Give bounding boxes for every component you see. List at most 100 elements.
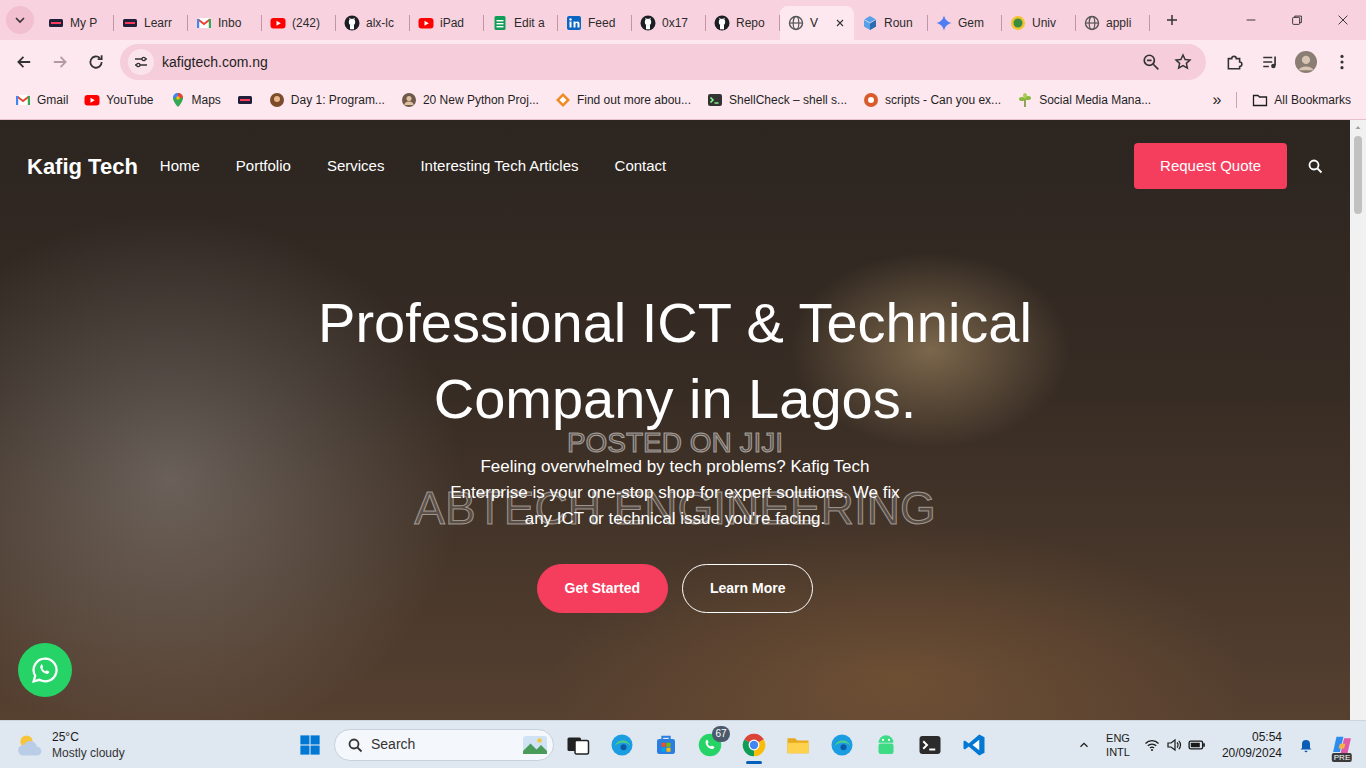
weather-condition: Mostly cloudy: [52, 745, 125, 761]
minimize-icon: [1244, 13, 1258, 27]
magnifier-icon: [1307, 158, 1323, 174]
browser-tab[interactable]: iPad: [410, 6, 484, 40]
taskbar-search[interactable]: Search: [334, 729, 554, 761]
site-info-button[interactable]: [128, 49, 154, 75]
browser-tab[interactable]: Repo: [706, 6, 780, 40]
zoom-button[interactable]: [1142, 53, 1160, 71]
browser-tab[interactable]: 0x17: [632, 6, 706, 40]
bookmark[interactable]: [230, 89, 260, 111]
browser-tab[interactable]: Roun: [854, 6, 928, 40]
weather-widget[interactable]: 25°CMostly cloudy: [0, 729, 290, 761]
get-started-button[interactable]: Get Started: [537, 564, 668, 613]
browser-tab[interactable]: appli: [1076, 6, 1150, 40]
shellcheck-icon: [707, 92, 723, 108]
nav-link[interactable]: Portfolio: [236, 155, 291, 178]
nav-link[interactable]: Services: [327, 155, 385, 178]
close-icon: [834, 17, 846, 29]
browser-tab[interactable]: Feed: [558, 6, 632, 40]
tab-label: 0x17: [662, 15, 688, 31]
all-bookmarks-button[interactable]: All Bookmarks: [1245, 89, 1358, 111]
nav-link[interactable]: Home: [160, 155, 200, 178]
language-text: ENG: [1106, 731, 1130, 745]
nav-link[interactable]: Contact: [615, 155, 667, 178]
bookmark[interactable]: ShellCheck – shell s...: [700, 89, 854, 111]
tab-close-button[interactable]: [834, 17, 846, 29]
bookmark[interactable]: Day 1: Program...: [262, 89, 392, 111]
vscode-icon: [962, 733, 986, 757]
taskbar-app[interactable]: [778, 725, 818, 765]
site-search-button[interactable]: [1307, 158, 1323, 174]
bookmark[interactable]: YouTube: [77, 89, 160, 111]
taskbar-app[interactable]: [602, 725, 642, 765]
browser-tab[interactable]: Inbo: [188, 6, 262, 40]
notifications-button[interactable]: [1292, 725, 1320, 765]
bookmarks-overflow-button[interactable]: »: [1205, 89, 1228, 111]
back-button[interactable]: [6, 44, 42, 80]
browser-tab[interactable]: Learr: [114, 6, 188, 40]
browser-tab[interactable]: Univ: [1002, 6, 1076, 40]
profile-button[interactable]: [1288, 44, 1324, 80]
minimize-button[interactable]: [1228, 0, 1274, 40]
browser-tab[interactable]: My P: [40, 6, 114, 40]
copilot-button[interactable]: PRE: [1322, 725, 1362, 765]
quick-settings-button[interactable]: [1138, 725, 1212, 765]
tab-label: alx-lc: [366, 15, 394, 31]
taskbar-app[interactable]: [954, 725, 994, 765]
bookmark[interactable]: scripts - Can you ex...: [856, 89, 1008, 111]
notification-badge: 67: [712, 726, 730, 742]
close-window-button[interactable]: [1320, 0, 1366, 40]
profile-avatar-icon: [1295, 51, 1317, 73]
request-quote-button[interactable]: Request Quote: [1134, 143, 1287, 190]
taskbar-app[interactable]: [558, 725, 598, 765]
taskbar-app[interactable]: [866, 725, 906, 765]
browser-tab[interactable]: Edit a: [484, 6, 558, 40]
browser-tab[interactable]: alx-lc: [336, 6, 410, 40]
taskbar-app[interactable]: [822, 725, 862, 765]
address-text[interactable]: kafigtech.com.ng: [162, 52, 268, 73]
media-button[interactable]: [1252, 44, 1288, 80]
learn-more-button[interactable]: Learn More: [682, 564, 813, 613]
tab-label: V: [810, 15, 818, 31]
new-tab-button[interactable]: [1158, 6, 1186, 34]
nav-link[interactable]: Interesting Tech Articles: [420, 155, 578, 178]
hero-title-line: Professional ICT & Technical: [0, 285, 1350, 361]
language-button[interactable]: ENGINTL: [1100, 725, 1136, 765]
youtube-icon: [84, 92, 100, 108]
tab-label: Edit a: [514, 15, 545, 31]
menu-button[interactable]: [1324, 44, 1360, 80]
clock-button[interactable]: 05:5420/09/2024: [1214, 725, 1290, 765]
tab-search-button[interactable]: [6, 6, 34, 34]
alx-icon: [122, 15, 138, 31]
address-bar[interactable]: kafigtech.com.ng: [120, 44, 1206, 80]
university-icon: [1010, 15, 1026, 31]
forward-button[interactable]: [42, 44, 78, 80]
bookmark[interactable]: Maps: [163, 89, 228, 111]
reload-button[interactable]: [78, 44, 114, 80]
browser-tab[interactable]: (242): [262, 6, 336, 40]
whatsapp-chat-button[interactable]: [18, 643, 72, 697]
bookmark[interactable]: Find out more abou...: [548, 89, 698, 111]
taskbar-app[interactable]: [734, 725, 774, 765]
time-text: 05:54: [1222, 729, 1282, 745]
tab-label: (242): [292, 15, 320, 31]
scrollbar-thumb[interactable]: [1354, 136, 1362, 214]
browser-tab[interactable]: V: [780, 6, 854, 40]
taskbar-app[interactable]: [646, 725, 686, 765]
tab-strip: My PLearrInbo (242) alx-lc iPad Edit a Feed 0x…: [0, 0, 1366, 40]
bookmark[interactable]: 20 New Python Proj...: [394, 89, 546, 111]
restore-button[interactable]: [1274, 0, 1320, 40]
tab-label: appli: [1106, 15, 1131, 31]
battery-icon: [1188, 736, 1206, 754]
bookmark-star-button[interactable]: [1174, 53, 1192, 71]
bookmark[interactable]: Social Media Mana...: [1010, 89, 1158, 111]
weather-text: 25°CMostly cloudy: [52, 729, 125, 761]
bookmark[interactable]: Gmail: [8, 89, 75, 111]
taskbar-app[interactable]: 67: [690, 725, 730, 765]
taskbar-app[interactable]: [910, 725, 950, 765]
extensions-button[interactable]: [1216, 44, 1252, 80]
browser-tab[interactable]: Gem: [928, 6, 1002, 40]
start-button[interactable]: [290, 725, 330, 765]
tab-label: iPad: [440, 15, 464, 31]
hidden-icons-button[interactable]: [1070, 725, 1098, 765]
site-brand[interactable]: Kafig Tech: [27, 150, 138, 183]
